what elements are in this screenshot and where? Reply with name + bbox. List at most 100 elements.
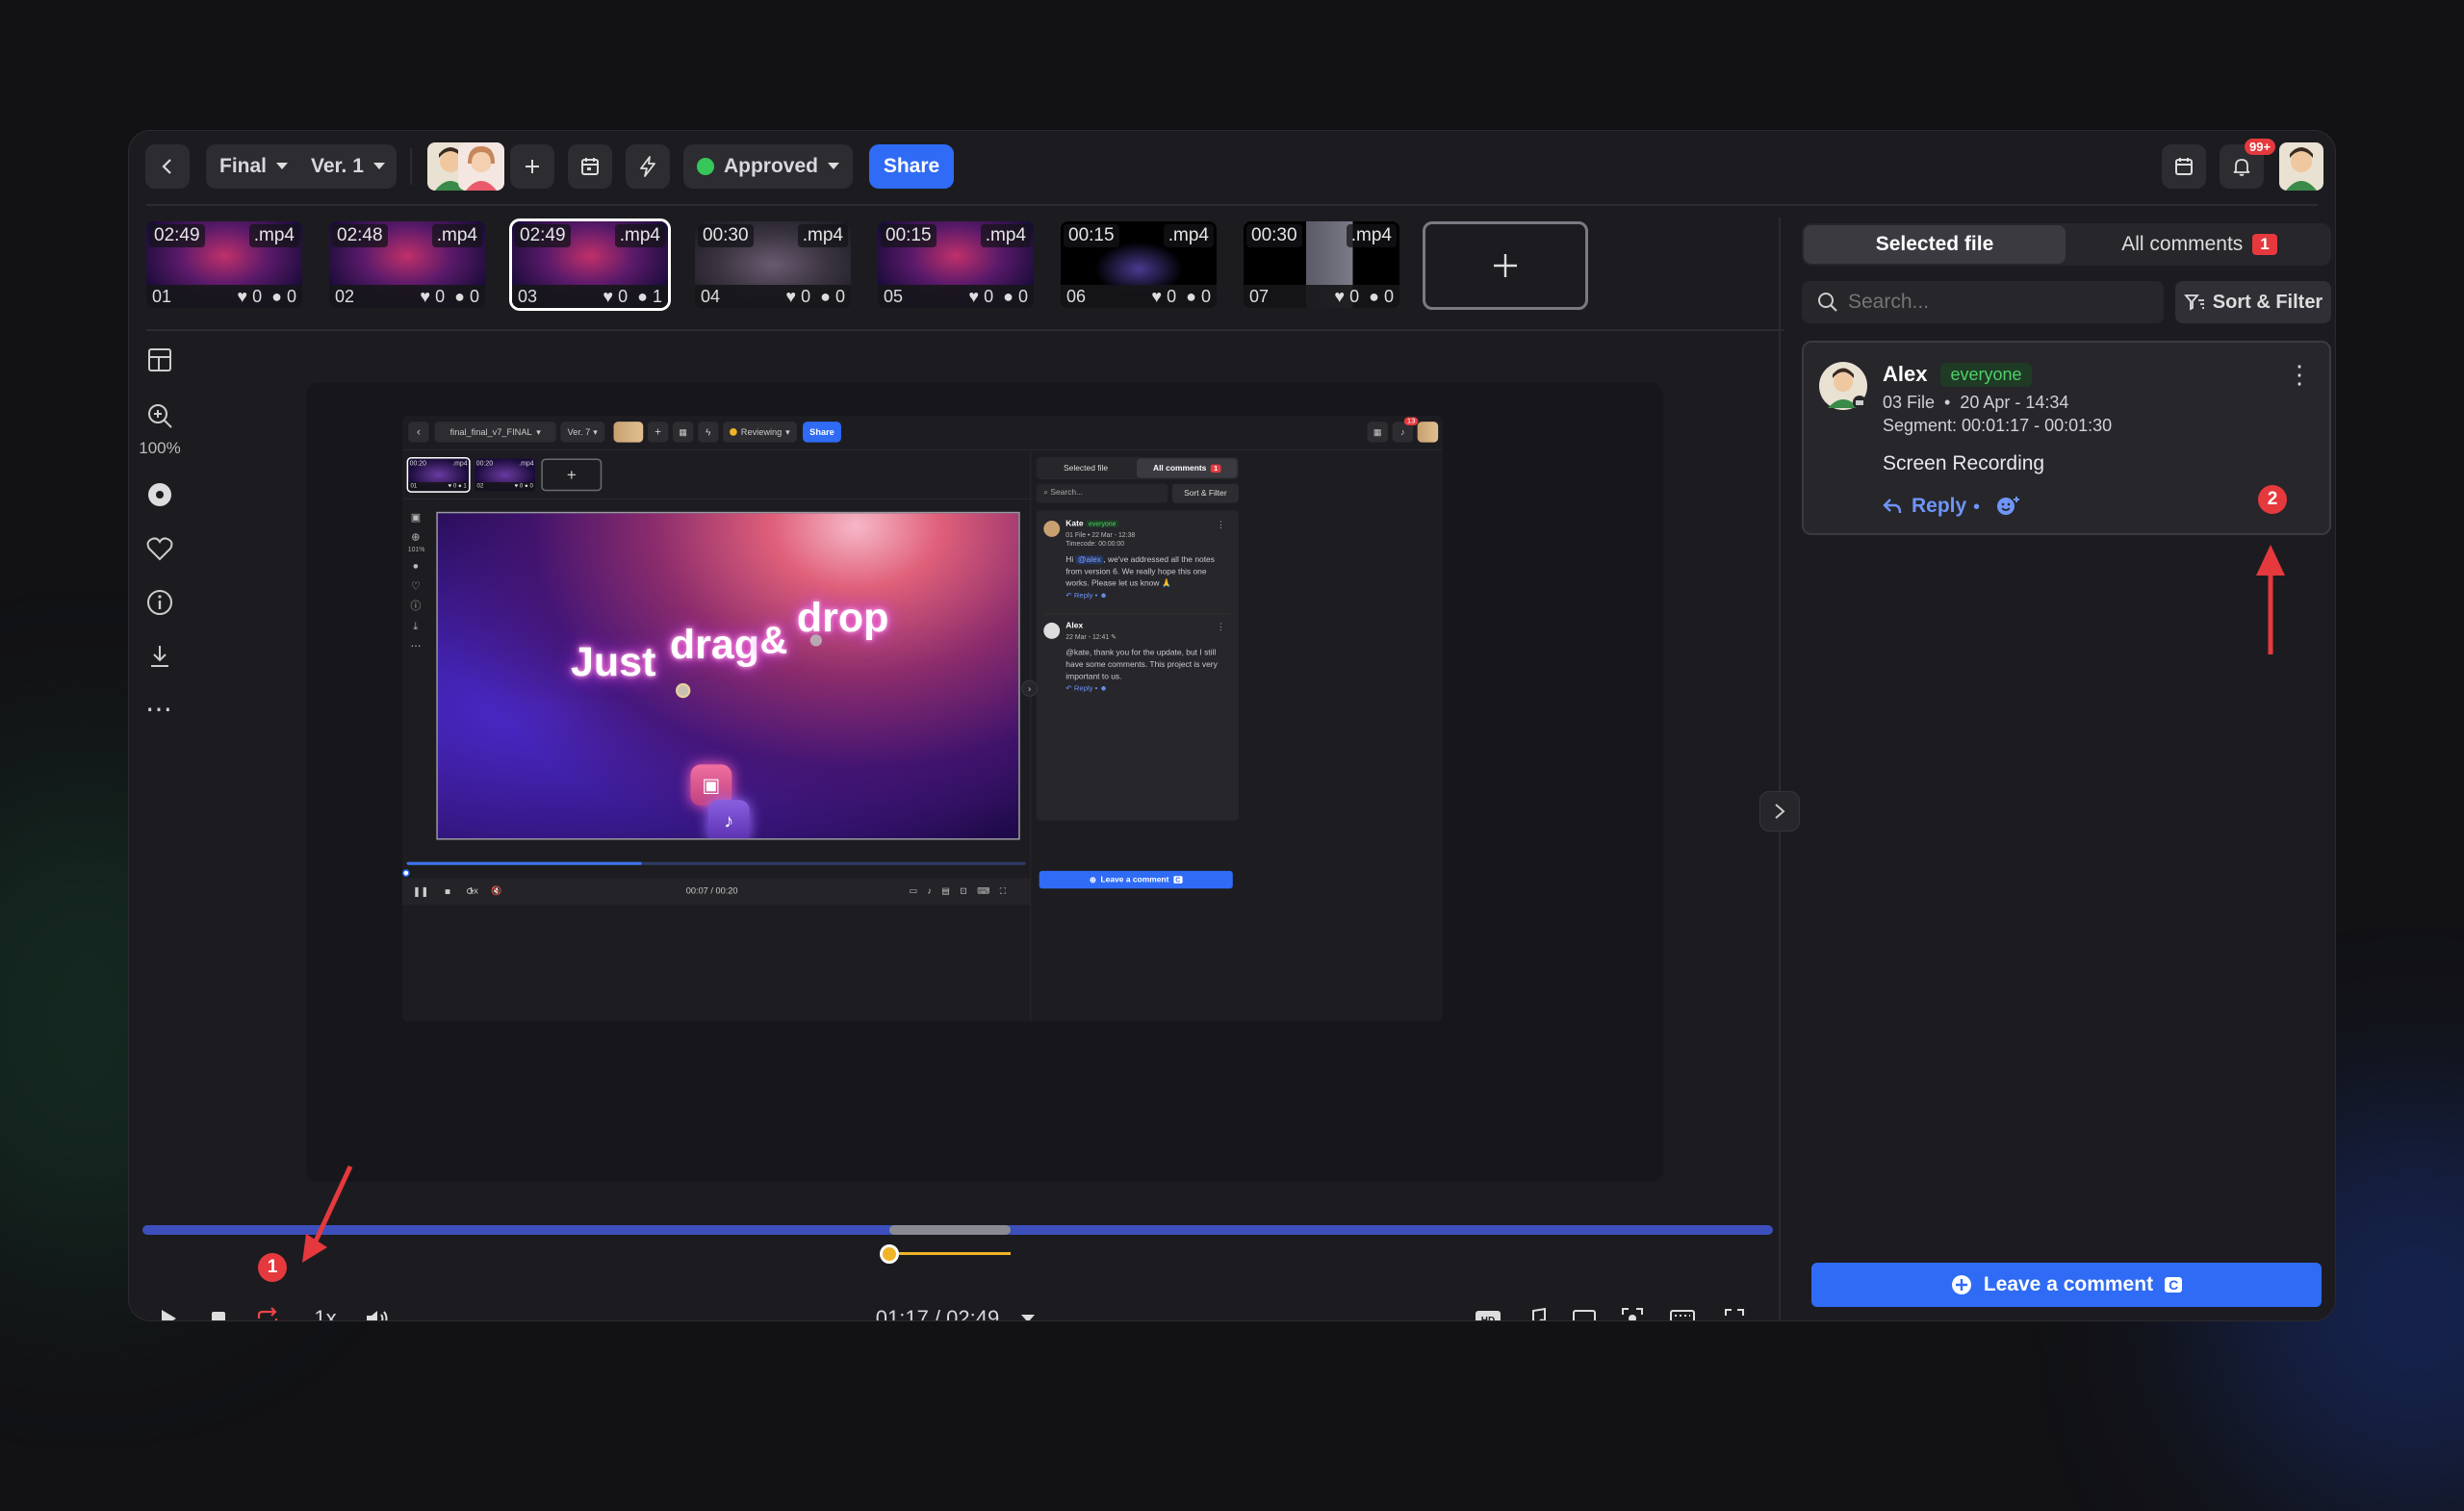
- hero-word: drag: [669, 620, 760, 667]
- search-icon: [1818, 293, 1837, 312]
- thumbnail-extension: .mp4: [614, 224, 665, 247]
- comment-count-badge: 1: [2252, 234, 2277, 255]
- info-button[interactable]: [142, 585, 177, 620]
- loop-button[interactable]: [250, 1299, 285, 1320]
- audio-track-button[interactable]: [1519, 1299, 1553, 1320]
- keyboard-icon: [1670, 1310, 1695, 1320]
- automation-button[interactable]: [626, 144, 670, 189]
- thumbnail-duration: 00:30: [698, 224, 754, 247]
- version-selector[interactable]: Final Ver. 1: [206, 144, 397, 189]
- segment-handle[interactable]: [879, 1244, 899, 1264]
- more-options-icon[interactable]: ⋯: [142, 691, 177, 726]
- comment-search[interactable]: [1802, 281, 2164, 323]
- like-button[interactable]: [142, 531, 177, 566]
- segment-range: [888, 1252, 1012, 1255]
- inner-ver-selector: Ver. 7 ▾: [560, 422, 605, 443]
- file-thumbnail[interactable]: 02:49 .mp4 01 ♥ 0 ● 0: [146, 221, 302, 308]
- plus-icon: [526, 160, 539, 173]
- stop-button[interactable]: [202, 1299, 235, 1320]
- play-button[interactable]: [152, 1299, 185, 1320]
- status-dot-icon: [696, 158, 714, 175]
- lightning-icon: ϟ: [698, 422, 719, 443]
- record-button[interactable]: [142, 477, 177, 512]
- inner-comment-text: Hi @alex, we've addressed all the notes …: [1065, 555, 1215, 588]
- inner-comment-author: Alex: [1065, 621, 1084, 630]
- user-avatar[interactable]: [2279, 142, 2323, 191]
- file-thumbnail[interactable]: 00:30 .mp4 04 ♥ 0 ● 0: [695, 221, 851, 308]
- calendar-icon: ▦: [1367, 422, 1388, 443]
- inner-ver: Ver. 7: [567, 426, 591, 438]
- screenshot-button[interactable]: [1615, 1299, 1650, 1320]
- thumbnail-extension: .mp4: [452, 459, 468, 467]
- thumbnail-counts: ♥ 0 ● 0: [514, 482, 533, 489]
- like-count: ♥ 0: [1151, 286, 1177, 306]
- comment-card[interactable]: Alex everyone 03 File • 20 Apr - 14:34 S…: [1802, 341, 2331, 535]
- inner-notif-badge: 13: [1403, 417, 1419, 425]
- comment-count: ● 0: [1369, 286, 1394, 306]
- expand-panel-button[interactable]: [1759, 791, 1800, 832]
- more-options-icon[interactable]: ⋮: [2287, 360, 2312, 390]
- add-reaction-icon[interactable]: [1996, 495, 2021, 516]
- reply-button[interactable]: Reply: [1883, 495, 1966, 518]
- speed-button[interactable]: 1x: [306, 1299, 345, 1320]
- comment-segment: Segment: 00:01:17 - 00:01:30: [1883, 416, 2113, 435]
- collaborator-avatars[interactable]: [427, 142, 504, 191]
- like-count: ♥ 0: [1334, 286, 1360, 306]
- inner-status: Reviewing ▾: [723, 422, 797, 443]
- volume-button[interactable]: [360, 1299, 395, 1320]
- inner-right-controls: ▭ ♪ ▤ ⊡ ⌨ ⛶: [909, 885, 1007, 896]
- leave-comment-button[interactable]: Leave a comment C: [1811, 1263, 2322, 1307]
- inner-search-placeholder: Search...: [1050, 488, 1084, 498]
- inner-share: Share: [803, 422, 841, 443]
- inner-comment-meta: 22 Mar - 12:41 ✎: [1065, 632, 1116, 641]
- inner-reply: ↶ Reply • ☻: [1065, 591, 1108, 601]
- thumbnail-index: 01: [152, 286, 172, 306]
- keyboard-shortcuts-button[interactable]: [1665, 1299, 1700, 1320]
- back-button[interactable]: [145, 144, 190, 189]
- add-file-button[interactable]: [1423, 221, 1588, 310]
- thumbnail-duration: 00:30: [1246, 224, 1302, 247]
- file-thumbnail[interactable]: 00:30 .mp4 07 ♥ 0 ● 0: [1244, 221, 1399, 308]
- zoom-button[interactable]: [142, 398, 177, 433]
- zoom-in-icon: [148, 404, 172, 428]
- calendar-icon: [581, 158, 599, 175]
- comment-count: ● 0: [820, 286, 845, 306]
- plus-icon: +: [541, 458, 603, 492]
- file-thumbnail[interactable]: 00:15 .mp4 05 ♥ 0 ● 0: [878, 221, 1034, 308]
- thumbnail-index: 04: [701, 286, 721, 306]
- reply-label: Reply: [1912, 495, 1967, 517]
- search-input[interactable]: [1848, 291, 2137, 314]
- layout-toggle[interactable]: [142, 343, 177, 377]
- status-dropdown[interactable]: Approved: [683, 144, 853, 189]
- play-icon: [162, 1310, 176, 1320]
- caret-down-icon: [828, 163, 839, 169]
- file-thumbnail[interactable]: 00:15 .mp4 06 ♥ 0 ● 0: [1061, 221, 1217, 308]
- chevron-left-icon: [162, 159, 171, 174]
- file-thumbnail[interactable]: 02:48 .mp4 02 ♥ 0 ● 0: [329, 221, 485, 308]
- comment-segment[interactable]: [888, 1225, 1012, 1235]
- file-thumbnail[interactable]: 02:49 .mp4 03 ♥ 0 ● 1: [509, 218, 671, 311]
- time-format-dropdown[interactable]: [1016, 1299, 1040, 1320]
- inner-tab-all: All comments 1: [1136, 458, 1238, 478]
- media-viewer[interactable]: ‹ final_final_v7_FINAL ▾ Ver. 7 ▾ + ▦ ϟ Re…: [306, 383, 1663, 1182]
- inner-tab-count: 1: [1210, 464, 1221, 473]
- calendar-right-button[interactable]: [2162, 144, 2206, 189]
- visibility-chip: everyone: [1940, 362, 2032, 387]
- thumbnail-duration: 02:49: [515, 224, 571, 247]
- tab-selected-file[interactable]: Selected file: [1804, 225, 2066, 264]
- ver-label: Ver. 1: [311, 155, 364, 177]
- share-button[interactable]: Share: [869, 144, 954, 189]
- calendar-button[interactable]: [568, 144, 612, 189]
- thumbnail-index: 05: [884, 286, 904, 306]
- sort-filter-button[interactable]: Sort & Filter: [2175, 281, 2331, 323]
- comment-count: ● 0: [1186, 286, 1211, 306]
- add-collaborator-button[interactable]: [510, 144, 554, 189]
- fullscreen-button[interactable]: [1717, 1299, 1752, 1320]
- comment-count: ● 0: [1003, 286, 1028, 306]
- subtitles-button[interactable]: [1567, 1299, 1602, 1320]
- download-button[interactable]: [142, 639, 177, 674]
- hd-button[interactable]: HD: [1471, 1299, 1505, 1320]
- tab-all-comments[interactable]: All comments 1: [2069, 225, 2329, 264]
- plus-icon: [1494, 254, 1517, 277]
- lightning-icon: [640, 156, 655, 177]
